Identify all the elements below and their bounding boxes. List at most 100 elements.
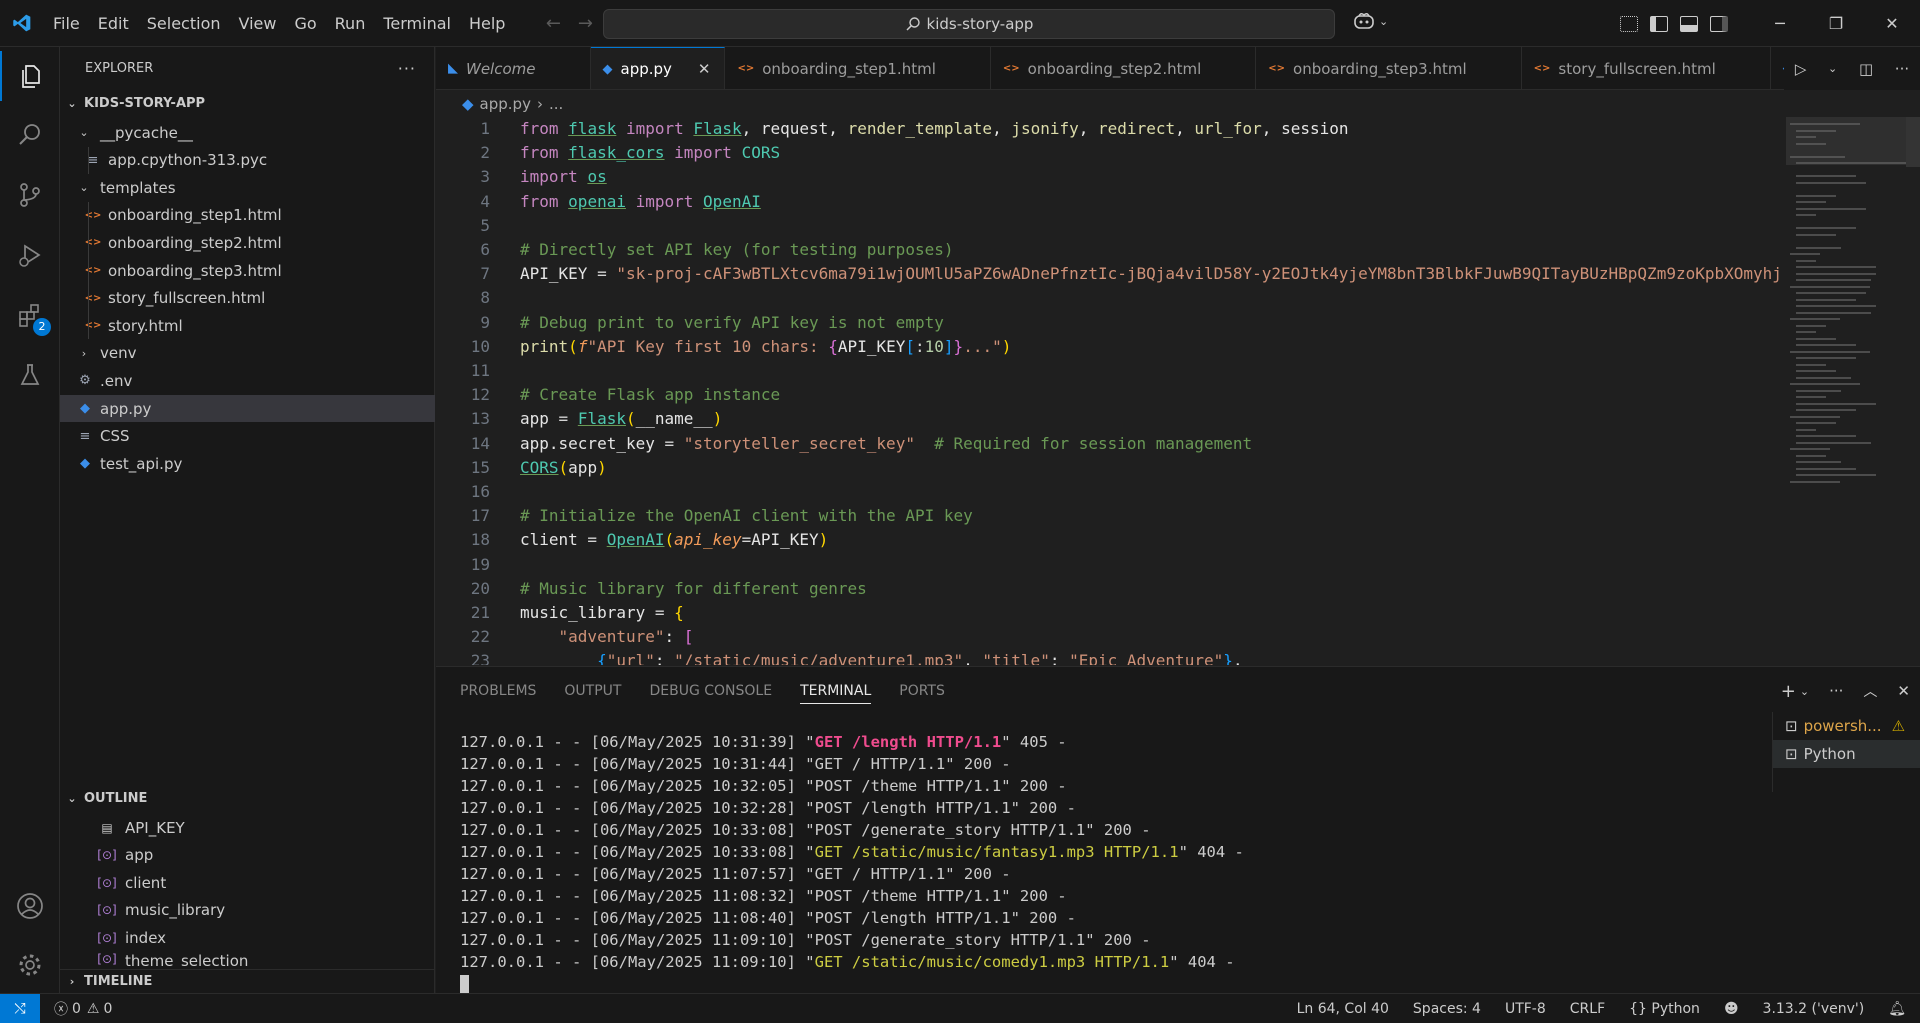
activity-bar: 2 xyxy=(0,47,60,993)
toggle-secondary-sidebar-icon[interactable] xyxy=(1710,15,1728,32)
problems-status[interactable]: ⓧ 0 ⚠ 0 xyxy=(54,999,112,1019)
tree-item[interactable]: ◆ test_api.py xyxy=(60,450,435,477)
outline-item[interactable]: [⊙] app xyxy=(60,842,435,869)
source-control-icon[interactable] xyxy=(0,170,60,220)
chevron-down-icon[interactable]: ⌄ xyxy=(1828,62,1837,75)
explorer-icon[interactable] xyxy=(0,51,60,101)
run-file-icon[interactable]: ▷ xyxy=(1795,60,1807,78)
tab-output[interactable]: OUTPUT xyxy=(564,683,621,699)
close-icon[interactable]: ✕ xyxy=(698,60,711,78)
timeline-header[interactable]: › TIMELINE xyxy=(60,969,435,993)
tab-file[interactable]: ◆ app.py ✕ xyxy=(590,47,726,89)
tree-item[interactable]: <> story.html xyxy=(60,312,435,339)
tree-item[interactable]: ≡ CSS xyxy=(60,423,435,450)
toggle-panel-icon[interactable] xyxy=(1680,15,1698,32)
tab-terminal[interactable]: TERMINAL xyxy=(800,683,872,704)
html-file-icon: <> xyxy=(84,292,102,304)
language-mode[interactable]: {} Python xyxy=(1629,1001,1700,1017)
extensions-icon[interactable]: 2 xyxy=(0,290,60,340)
tab-file[interactable]: <> story_fullscreen.html xyxy=(1522,47,1771,89)
outline-item[interactable]: [⊙] index xyxy=(60,924,435,951)
testing-icon[interactable] xyxy=(0,350,60,400)
split-editor-icon[interactable]: ◫ xyxy=(1859,60,1873,78)
menu-edit[interactable]: Edit xyxy=(89,0,138,47)
menu-file[interactable]: File xyxy=(44,0,89,47)
line-number: 21 xyxy=(470,603,490,622)
line-number: 18 xyxy=(470,530,490,550)
outline-item[interactable]: ▤ API_KEY xyxy=(60,814,435,841)
tree-item[interactable]: › venv xyxy=(60,340,435,367)
tab-debug-console[interactable]: DEBUG CONSOLE xyxy=(649,683,772,699)
outline-header[interactable]: ⌄ OUTLINE xyxy=(60,786,435,810)
cursor-position[interactable]: Ln 64, Col 40 xyxy=(1297,1001,1389,1017)
tree-item[interactable]: <> story_fullscreen.html xyxy=(60,285,435,312)
editor-scrollbar[interactable] xyxy=(1906,117,1920,665)
customize-layout-icon[interactable] xyxy=(1620,15,1638,32)
command-center-search[interactable]: kids-story-app xyxy=(603,9,1335,39)
tab-file[interactable]: <> onboarding_step1.html xyxy=(725,47,991,89)
chevron-down-icon[interactable]: ⌄ xyxy=(1800,685,1809,698)
settings-gear-icon[interactable] xyxy=(0,940,60,990)
new-terminal-icon[interactable]: + xyxy=(1781,681,1796,702)
close-panel-icon[interactable]: ✕ xyxy=(1897,682,1910,700)
menu-selection[interactable]: Selection xyxy=(138,0,230,47)
terminal-instance[interactable]: ⊡ powersh... ⚠ xyxy=(1773,712,1920,740)
minimize-icon[interactable]: ─ xyxy=(1752,0,1808,47)
terminal-line: 127.0.0.1 - - [06/May/2025 10:31:44] "GE… xyxy=(460,755,1011,773)
outline-item[interactable]: [⊙] theme_selection xyxy=(60,952,435,968)
copilot-status-icon[interactable]: ☻ xyxy=(1724,1001,1739,1017)
close-window-icon[interactable]: ✕ xyxy=(1864,0,1920,47)
more-actions-icon[interactable]: ··· xyxy=(398,47,416,90)
terminal-output[interactable]: 127.0.0.1 - - [06/May/2025 10:31:39] "GE… xyxy=(460,731,1760,993)
tree-item[interactable]: ◆ app.py xyxy=(60,395,435,422)
maximize-panel-icon[interactable]: ︿ xyxy=(1863,681,1877,701)
menu-help[interactable]: Help xyxy=(460,0,514,47)
forward-arrow-icon[interactable]: → xyxy=(576,13,594,34)
menu-terminal[interactable]: Terminal xyxy=(374,0,460,47)
tab-file[interactable]: <> onboarding_step3.html xyxy=(1256,47,1522,89)
tab-file[interactable]: <> onboarding_step2.html xyxy=(991,47,1257,89)
python-interpreter[interactable]: 3.13.2 ('venv') xyxy=(1763,1001,1865,1017)
tree-item[interactable]: ⚙ .env xyxy=(60,367,435,394)
outline-item[interactable]: [⊙] music_library xyxy=(60,897,435,924)
toggle-primary-sidebar-icon[interactable] xyxy=(1650,15,1668,32)
run-debug-icon[interactable] xyxy=(0,230,60,280)
minimap-line xyxy=(1796,207,1866,210)
menu-go[interactable]: Go xyxy=(285,0,325,47)
restore-icon[interactable]: ❐ xyxy=(1808,0,1864,47)
tab-welcome[interactable]: ◣ Welcome xyxy=(436,47,591,89)
tree-item[interactable]: <> onboarding_step1.html xyxy=(60,202,435,229)
outline-item[interactable]: [⊙] client xyxy=(60,869,435,896)
outline-item-label: music_library xyxy=(125,901,226,919)
more-actions-icon[interactable]: ··· xyxy=(1829,682,1843,700)
tab-ports[interactable]: PORTS xyxy=(899,683,945,699)
tree-item[interactable]: <> onboarding_step3.html xyxy=(60,257,435,284)
tab-label: story_fullscreen.html xyxy=(1558,59,1716,78)
editor-scrollbar-thumb[interactable] xyxy=(1906,117,1920,167)
remote-icon[interactable]: ⤭ xyxy=(0,993,40,1023)
menu-view[interactable]: View xyxy=(230,0,286,47)
workspace-root[interactable]: ⌄ KIDS-STORY-APP xyxy=(60,91,435,115)
terminal-line: 127.0.0.1 - - [06/May/2025 11:08:32] "PO… xyxy=(460,887,1067,905)
tree-item[interactable]: ⌄ templates xyxy=(60,174,435,201)
tree-item[interactable]: ≡ app.cpython-313.pyc xyxy=(60,147,435,174)
indentation[interactable]: Spaces: 4 xyxy=(1413,1001,1481,1017)
account-icon[interactable] xyxy=(0,881,60,931)
more-actions-icon[interactable]: ··· xyxy=(1895,60,1909,78)
minimap[interactable] xyxy=(1786,117,1906,665)
tab-problems[interactable]: PROBLEMS xyxy=(460,683,536,699)
copilot-button[interactable]: ⌄ xyxy=(1353,12,1388,30)
tab-label: Welcome xyxy=(466,59,536,78)
back-arrow-icon[interactable]: ← xyxy=(544,13,562,34)
encoding[interactable]: UTF-8 xyxy=(1505,1001,1546,1017)
search-icon[interactable] xyxy=(0,110,60,160)
tree-item[interactable]: <> onboarding_step2.html xyxy=(60,229,435,256)
code-editor[interactable]: 1 from flask import Flask, request, rende… xyxy=(436,117,1784,665)
end-of-line[interactable]: CRLF xyxy=(1570,1001,1605,1017)
tree-item[interactable]: ⌄ __pycache__ xyxy=(60,119,435,146)
breadcrumb-file[interactable]: app.py xyxy=(480,95,531,113)
notifications-bell-icon[interactable]: 🔔︎ xyxy=(1888,1001,1906,1017)
breadcrumb-symbol[interactable]: ... xyxy=(549,95,563,113)
terminal-instance[interactable]: ⊡ Python xyxy=(1773,740,1920,768)
menu-run[interactable]: Run xyxy=(326,0,375,47)
